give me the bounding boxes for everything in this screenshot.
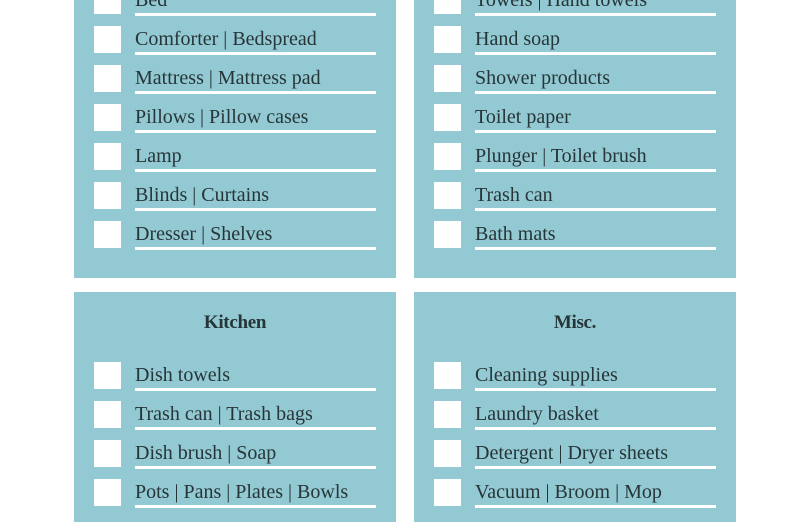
underline [475,13,716,16]
checkbox[interactable] [434,401,461,428]
underline [135,130,376,133]
checkbox[interactable] [434,0,461,14]
checklist-item[interactable]: Bed [74,0,396,26]
checklist-item[interactable]: Comforter | Bedspread [74,26,396,65]
checkbox[interactable] [434,362,461,389]
item-label: Pots | Pans | Plates | Bowls [135,481,349,503]
underline [135,208,376,211]
checkbox[interactable] [434,65,461,92]
checklist-item[interactable]: Shower products [414,65,736,104]
checkbox[interactable] [94,104,121,131]
checkbox[interactable] [434,221,461,248]
item-label: Hand soap [475,28,560,50]
checkbox[interactable] [94,221,121,248]
item-label: Vacuum | Broom | Mop [475,481,662,503]
checkbox[interactable] [434,479,461,506]
panel-title: Misc. [553,312,597,333]
checkbox[interactable] [434,143,461,170]
checklist-item[interactable]: Bath mats [414,221,736,260]
underline [135,13,376,16]
checklist-item[interactable]: Lamp [74,143,396,182]
underline [475,466,716,469]
underline [475,388,716,391]
checkbox[interactable] [434,440,461,467]
checklist-item[interactable]: Vacuum | Broom | Mop [414,479,736,518]
underline [135,169,376,172]
underline [135,52,376,55]
checklist-item[interactable]: Cleaning supplies [414,362,736,401]
item-label: Dresser | Shelves [135,223,273,245]
checklist-item[interactable]: Dish towels [74,362,396,401]
item-label: Pillows | Pillow cases [135,106,309,128]
checkbox[interactable] [94,143,121,170]
checklist-item[interactable]: Trash can [414,182,736,221]
checklist-item[interactable]: Dish brush | Soap [74,440,396,479]
bedroom-panel: Bed Comforter | Bedspread Mattress | Mattr… [74,0,396,278]
item-label: Detergent | Dryer sheets [475,442,669,464]
underline [475,130,716,133]
bathroom-panel: Towels | Hand towels Hand soap Shower prod… [414,0,736,278]
underline [135,247,376,250]
item-label: Toilet paper [475,106,571,128]
underline [475,52,716,55]
underline [135,505,376,508]
item-label: Lamp [135,145,182,167]
checklist-item[interactable]: Pots | Pans | Plates | Bowls [74,479,396,518]
item-label: Shower products [475,67,610,89]
underline [135,466,376,469]
checklist-item[interactable]: Trash can | Trash bags [74,401,396,440]
underline [475,91,716,94]
checklist-item[interactable]: Plunger | Toilet brush [414,143,736,182]
item-label: Dish towels [135,364,230,386]
item-label: Dish brush | Soap [135,442,277,464]
checklist-item[interactable]: Blinds | Curtains [74,182,396,221]
checklist-item[interactable]: Pillows | Pillow cases [74,104,396,143]
item-label: Trash can [475,184,553,206]
checklist-item[interactable]: Hand soap [414,26,736,65]
checkbox[interactable] [434,182,461,209]
underline [475,208,716,211]
underline [135,388,376,391]
checkbox[interactable] [94,26,121,53]
checkbox[interactable] [94,362,121,389]
underline [475,505,716,508]
checkbox[interactable] [434,26,461,53]
checklist-item[interactable]: Dresser | Shelves [74,221,396,260]
item-label: Bed [135,0,168,11]
checklist-item[interactable]: Laundry basket [414,401,736,440]
item-label: Plunger | Toilet brush [475,145,647,167]
underline [135,91,376,94]
panel-title: Kitchen [203,312,267,333]
item-label: Comforter | Bedspread [135,28,317,50]
item-label: Blinds | Curtains [135,184,270,206]
checklist-item[interactable]: Toilet paper [414,104,736,143]
item-label: Towels | Hand towels [475,0,648,11]
checklist-item[interactable]: Mattress | Mattress pad [74,65,396,104]
item-label: Laundry basket [475,403,599,425]
checkbox[interactable] [94,401,121,428]
checkbox[interactable] [94,479,121,506]
checkbox[interactable] [94,0,121,14]
kitchen-panel: Kitchen Dish towels Trash can | Trash bag… [74,292,396,522]
item-label: Mattress | Mattress pad [135,67,321,89]
checkbox[interactable] [434,104,461,131]
checkbox[interactable] [94,65,121,92]
underline [475,247,716,250]
underline [475,169,716,172]
checklist-item[interactable]: Towels | Hand towels [414,0,736,26]
checkbox[interactable] [94,440,121,467]
item-label: Trash can | Trash bags [135,403,313,425]
checklist-item[interactable]: Detergent | Dryer sheets [414,440,736,479]
underline [475,427,716,430]
underline [135,427,376,430]
misc-panel: Misc. Cleaning supplies Laundry basket Det… [414,292,736,522]
checkbox[interactable] [94,182,121,209]
item-label: Cleaning supplies [475,364,618,386]
item-label: Bath mats [475,223,556,245]
